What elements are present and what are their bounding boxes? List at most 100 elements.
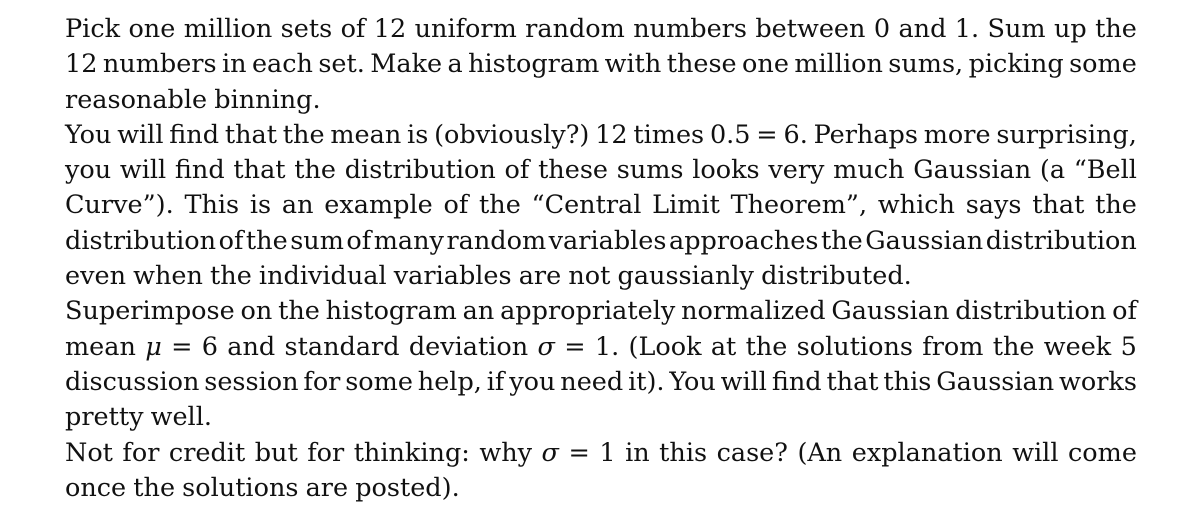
word: posted). [355,472,460,503]
word: come [1068,437,1137,468]
word: Gaussian [936,366,1055,397]
word: Pick [65,14,121,44]
word: discussion [65,366,200,397]
word: gaussianly [617,261,754,292]
word: is [249,190,272,221]
word: that [224,119,277,150]
word: need [560,366,624,397]
word: = [756,119,778,150]
word: (An [797,437,843,468]
word: picking [968,49,1064,80]
word: (obviously?) [434,119,590,150]
word: thinking: [353,437,470,468]
word: it). [628,366,665,397]
word: are [518,261,562,292]
word: the [294,155,337,186]
word: reasonable [65,84,208,115]
word: Make [370,49,443,80]
word: normalized [681,296,826,327]
word: mean [330,119,402,150]
text-line: Not for credit but for thinking: why σ = 1 in this c… [65,436,1137,471]
word: Not [65,437,113,468]
word: says [965,190,1022,221]
word: solutions [182,472,299,503]
word: Gaussian [865,225,984,256]
word: with [604,49,662,80]
word: You [669,366,716,397]
word: random [525,14,625,44]
paragraph: Not for credit but for thinking: why σ = 1 in this c… [65,436,1137,507]
word: these [666,49,737,80]
word: = [171,331,193,362]
word: on [240,296,273,327]
word: Sum [987,14,1046,44]
text-line: You will find that the mean is (obviously?) 12 ti… [65,118,1137,153]
word: 1. [954,14,980,44]
word: that [233,155,286,186]
text-line: you will find that the distribution of these sum… [65,153,1137,188]
word: numbers [633,14,747,44]
word: this [883,366,932,397]
word: the [1095,190,1137,221]
word: in [221,49,247,80]
word: distribution [955,296,1107,327]
word: variables [548,225,667,256]
word: for [307,437,345,468]
word: of [340,14,366,44]
word: sums [616,155,684,186]
text-line: reasonable binning. [65,83,1137,118]
word: = [564,331,586,362]
word: deviation [408,331,529,362]
word: you [509,366,556,397]
word: σ [541,437,559,468]
problem-text: Pick one million sets of 12 uniform random numbe… [65,12,1137,506]
word: more [923,119,991,150]
word: will [1012,437,1059,468]
word: this [659,437,708,468]
word: the [479,190,521,221]
word: individual [258,261,387,292]
word: well. [150,402,212,433]
word: one [128,14,176,44]
text-line: distribution of the sum of many random variable… [65,224,1137,259]
word: = [568,437,590,468]
word: distribution [985,225,1137,256]
word: example [324,190,433,221]
word: of [218,225,244,256]
word: of [443,190,469,221]
word: looks [692,155,760,186]
word: find [174,155,225,186]
paragraph: You will find that the mean is (obviously?) 12 ti… [65,118,1137,294]
word: million [183,14,273,44]
word: when [133,261,203,292]
word: approaches [669,225,819,256]
word: many [373,225,444,256]
word: 0 [873,14,891,44]
paragraph: Pick one million sets of 12 uniform random numbe… [65,12,1137,118]
word: for [122,437,160,468]
word: at [710,331,737,362]
word: that [826,366,879,397]
word: 5 [1120,331,1137,362]
word: credit [168,437,246,468]
word: some [345,366,413,397]
word: Perhaps [813,119,918,150]
word: Superimpose [65,296,235,327]
word: of [1112,296,1137,327]
word: each [251,49,313,80]
word: 12 [65,49,98,80]
word: variables [393,261,512,292]
word: You [65,119,112,150]
word: why [479,437,533,468]
word: μ [145,331,162,362]
word: set. [318,49,365,80]
word: numbers [102,49,217,80]
word: find [771,366,822,397]
word: the [278,296,320,327]
word: “Central [531,190,642,221]
word: if [486,366,505,397]
word: 6 [201,331,218,362]
word: week [1043,331,1112,362]
word: much [833,155,905,186]
word: but [254,437,298,468]
